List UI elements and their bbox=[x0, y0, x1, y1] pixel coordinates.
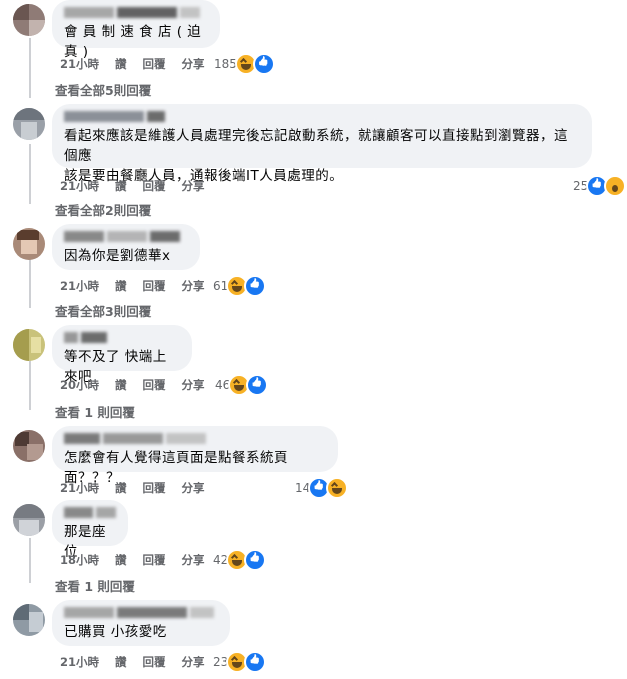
avatar[interactable] bbox=[13, 228, 45, 260]
reaction-summary[interactable]: 46 bbox=[215, 374, 269, 396]
reaction-summary[interactable]: 42 bbox=[213, 549, 267, 571]
comment-bubble: 因為你是劉德華x bbox=[52, 224, 200, 270]
view-replies-link[interactable]: 查看 1 則回覆 bbox=[55, 402, 135, 421]
comment-actions: 21小時 讚 回覆 分享 bbox=[60, 654, 221, 670]
haha-reaction-icon bbox=[326, 477, 349, 499]
comment-actions: 18小時 讚 回覆 分享 bbox=[60, 552, 221, 568]
thread-line bbox=[29, 38, 31, 98]
timestamp[interactable]: 21小時 bbox=[60, 654, 99, 670]
comment-text: 已購買 小孩愛吃 bbox=[64, 624, 167, 640]
share-button[interactable]: 分享 bbox=[182, 178, 205, 194]
author-name-redacted[interactable] bbox=[64, 231, 188, 242]
share-button[interactable]: 分享 bbox=[182, 552, 205, 568]
avatar[interactable] bbox=[13, 108, 45, 140]
author-name-redacted[interactable] bbox=[64, 607, 218, 618]
avatar[interactable] bbox=[13, 504, 45, 536]
avatar[interactable] bbox=[13, 430, 45, 462]
like-button[interactable]: 讚 bbox=[115, 552, 127, 568]
reply-button[interactable]: 回覆 bbox=[143, 377, 166, 393]
view-replies-link[interactable]: 查看全部2則回覆 bbox=[55, 200, 151, 219]
reaction-summary[interactable]: 61 bbox=[213, 275, 267, 297]
like-button[interactable]: 讚 bbox=[115, 278, 127, 294]
like-button[interactable]: 讚 bbox=[115, 56, 127, 72]
comment-bubble: 已購買 小孩愛吃 bbox=[52, 600, 230, 646]
like-reaction-icon bbox=[244, 275, 267, 297]
reaction-count: 185 bbox=[214, 57, 237, 71]
like-reaction-icon bbox=[246, 374, 269, 396]
thread-line bbox=[29, 538, 31, 583]
view-replies-link[interactable]: 查看全部5則回覆 bbox=[55, 80, 151, 99]
like-reaction-icon bbox=[252, 53, 275, 75]
comment-text: 看起來應該是維護人員處理完後忘記啟動系統，就讓顧客可以直接點到瀏覽器，這個應 該… bbox=[64, 128, 568, 184]
thread-line bbox=[29, 144, 31, 204]
comment-actions: 21小時 讚 回覆 分享 bbox=[60, 278, 221, 294]
view-replies-link[interactable]: 查看 1 則回覆 bbox=[55, 576, 135, 595]
comment-actions: 21小時 讚 回覆 分享 bbox=[60, 480, 221, 496]
comment-bubble: 怎麼會有人覺得這頁面是點餐系統頁面？？？ bbox=[52, 426, 338, 486]
comment-actions: 21小時 讚 回覆 分享 bbox=[60, 56, 221, 72]
timestamp[interactable]: 21小時 bbox=[60, 56, 99, 72]
share-button[interactable]: 分享 bbox=[182, 480, 205, 496]
comment-bubble: 等不及了 快端上來吧 bbox=[52, 325, 192, 385]
avatar[interactable] bbox=[13, 604, 45, 636]
author-name-redacted[interactable] bbox=[64, 433, 326, 444]
avatar[interactable] bbox=[13, 4, 45, 36]
timestamp[interactable]: 21小時 bbox=[60, 480, 99, 496]
like-button[interactable]: 讚 bbox=[115, 480, 127, 496]
avatar[interactable] bbox=[13, 329, 45, 361]
comment-bubble: 會 員 制 速 食 店 ( 迫 真 ) bbox=[52, 0, 220, 60]
like-reaction-icon bbox=[244, 549, 267, 571]
author-name-redacted[interactable] bbox=[64, 7, 208, 18]
reply-button[interactable]: 回覆 bbox=[143, 178, 166, 194]
reply-button[interactable]: 回覆 bbox=[143, 552, 166, 568]
share-button[interactable]: 分享 bbox=[182, 56, 205, 72]
share-button[interactable]: 分享 bbox=[182, 654, 205, 670]
like-button[interactable]: 讚 bbox=[115, 178, 127, 194]
like-button[interactable]: 讚 bbox=[115, 377, 127, 393]
view-replies-link[interactable]: 查看全部3則回覆 bbox=[55, 301, 151, 320]
timestamp[interactable]: 21小時 bbox=[60, 178, 99, 194]
reaction-summary[interactable]: 185 bbox=[214, 53, 275, 75]
timestamp[interactable]: 21小時 bbox=[60, 278, 99, 294]
author-name-redacted[interactable] bbox=[64, 507, 116, 518]
timestamp[interactable]: 18小時 bbox=[60, 552, 99, 568]
thread-line bbox=[29, 355, 31, 410]
reply-button[interactable]: 回覆 bbox=[143, 480, 166, 496]
comment-actions: 20小時 讚 回覆 分享 bbox=[60, 377, 221, 393]
reaction-summary[interactable]: 23 bbox=[213, 651, 267, 673]
reply-button[interactable]: 回覆 bbox=[143, 56, 166, 72]
reaction-summary[interactable]: 25 bbox=[573, 175, 627, 197]
reaction-summary[interactable]: 14 bbox=[295, 477, 349, 499]
share-button[interactable]: 分享 bbox=[182, 377, 205, 393]
comment-actions: 21小時 讚 回覆 分享 bbox=[60, 178, 221, 194]
reply-button[interactable]: 回覆 bbox=[143, 654, 166, 670]
like-button[interactable]: 讚 bbox=[115, 654, 127, 670]
reply-button[interactable]: 回覆 bbox=[143, 278, 166, 294]
thread-line bbox=[29, 258, 31, 308]
like-reaction-icon bbox=[244, 651, 267, 673]
author-name-redacted[interactable] bbox=[64, 332, 180, 343]
comment-text: 因為你是劉德華x bbox=[64, 248, 171, 264]
comment-bubble: 看起來應該是維護人員處理完後忘記啟動系統，就讓顧客可以直接點到瀏覽器，這個應 該… bbox=[52, 104, 592, 184]
author-name-redacted[interactable] bbox=[64, 111, 580, 122]
wow-reaction-icon bbox=[604, 175, 627, 197]
timestamp[interactable]: 20小時 bbox=[60, 377, 99, 393]
comment-bubble: 那是座位 bbox=[52, 500, 128, 560]
share-button[interactable]: 分享 bbox=[182, 278, 205, 294]
